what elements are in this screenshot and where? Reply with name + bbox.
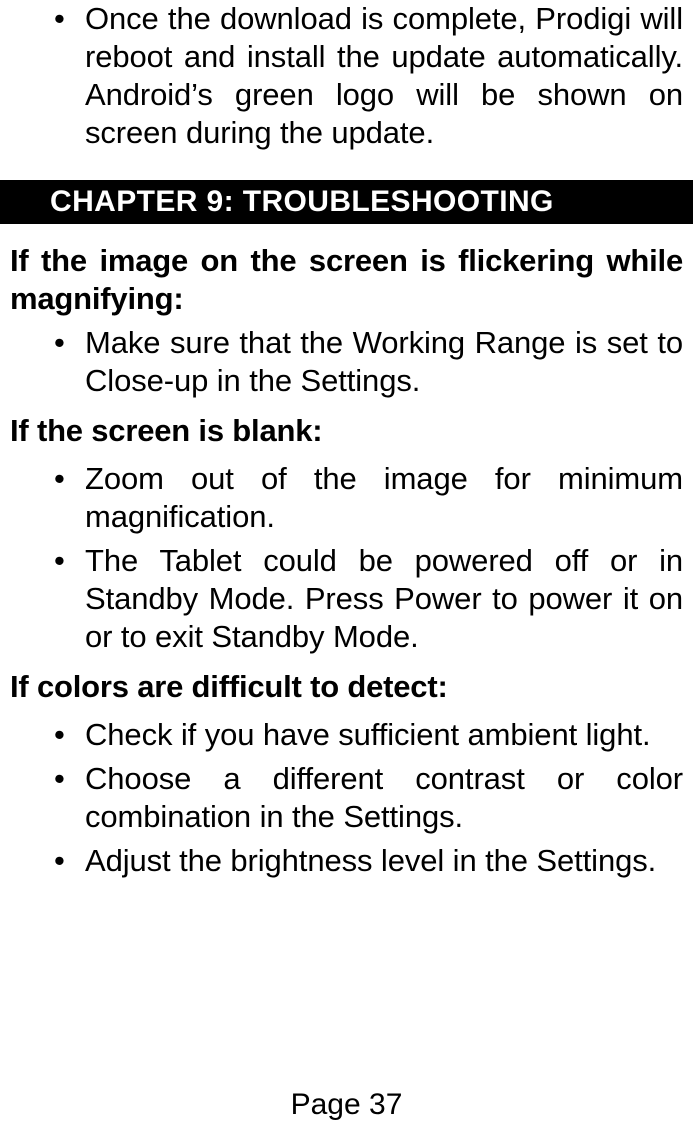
intro-bullet-list: • Once the download is complete, Prodigi… [10, 0, 683, 152]
list-item: • Choose a different contrast or color c… [10, 760, 683, 836]
bullet-marker-icon: • [54, 461, 65, 496]
bullet-marker-icon: • [54, 717, 65, 752]
list-item: • Zoom out of the image for minimum magn… [10, 460, 683, 536]
list-item-text: Make sure that the Working Range is set … [85, 325, 683, 398]
bullet-marker-icon: • [54, 761, 65, 796]
list-item: • Adjust the brightness level in the Set… [10, 842, 683, 880]
list-item-text: Check if you have sufficient ambient lig… [85, 717, 651, 752]
section-bullet-list-flickering: • Make sure that the Working Range is se… [10, 324, 683, 400]
page-content: • Once the download is complete, Prodigi… [0, 0, 693, 880]
section-heading-blank-screen: If the screen is blank: [10, 413, 323, 448]
document-page: • Once the download is complete, Prodigi… [0, 0, 693, 1138]
section-heading-colors: If colors are difficult to detect: [10, 669, 448, 704]
list-item-text: Zoom out of the image for minimum magnif… [85, 461, 683, 534]
bullet-marker-icon: • [54, 843, 65, 878]
list-item: • Once the download is complete, Prodigi… [10, 0, 683, 152]
section-heading-flickering: If the image on the screen is flickering… [10, 243, 683, 316]
bullet-marker-icon: • [54, 543, 65, 578]
chapter-heading-banner: CHAPTER 9: TROUBLESHOOTING [0, 180, 693, 224]
list-item: • Make sure that the Working Range is se… [10, 324, 683, 400]
bullet-marker-icon: • [54, 1, 65, 36]
list-item-text: Adjust the brightness level in the Setti… [85, 843, 657, 878]
section-bullet-list-colors: • Check if you have sufficient ambient l… [10, 716, 683, 880]
chapter-title: CHAPTER 9: TROUBLESHOOTING [50, 185, 554, 218]
page-number: Page 37 [290, 1088, 403, 1121]
list-item-text: Once the download is complete, Prodigi w… [85, 1, 683, 150]
list-item: • The Tablet could be powered off or in … [10, 542, 683, 656]
list-item-text: The Tablet could be powered off or in St… [85, 543, 683, 654]
section-bullet-list-blank-screen: • Zoom out of the image for minimum magn… [10, 460, 683, 656]
list-item: • Check if you have sufficient ambient l… [10, 716, 683, 754]
bullet-marker-icon: • [54, 325, 65, 360]
list-item-text: Choose a different contrast or color com… [85, 761, 683, 834]
page-footer: Page 37 [0, 1088, 693, 1122]
